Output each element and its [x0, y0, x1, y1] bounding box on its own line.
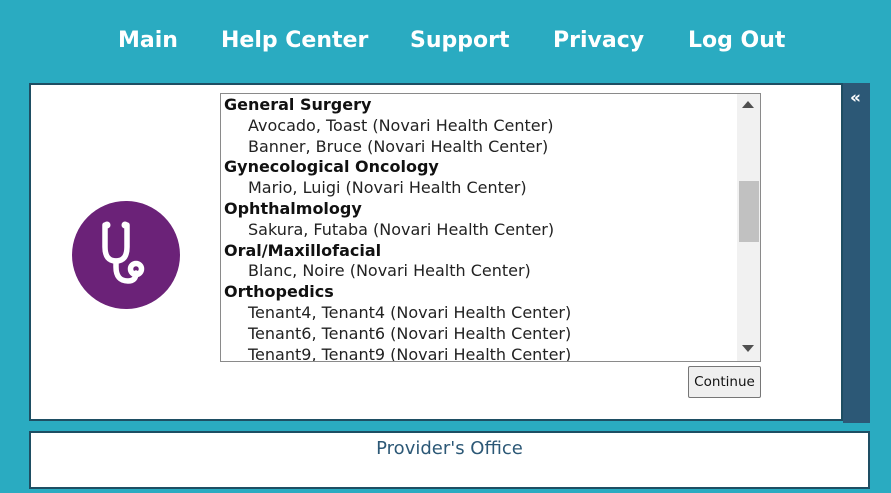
optgroup-label: General Surgery: [224, 95, 372, 114]
nav-log-out[interactable]: Log Out: [688, 28, 785, 53]
providers-office-panel: Provider's Office: [29, 431, 870, 489]
top-navigation: Main Help Center Support Privacy Log Out: [0, 0, 891, 84]
provider-option[interactable]: Mario, Luigi (Novari Health Center): [224, 178, 732, 199]
provider-option[interactable]: Tenant4, Tenant4 (Novari Health Center): [224, 303, 732, 324]
listbox-scrollbar[interactable]: [737, 94, 760, 361]
scroll-down-arrow-icon[interactable]: [742, 345, 754, 352]
optgroup-label: Gynecological Oncology: [224, 157, 439, 177]
continue-button[interactable]: Continue: [688, 366, 761, 398]
scroll-up-arrow-icon[interactable]: [742, 101, 754, 108]
collapse-sidebar-button[interactable]: «: [843, 83, 870, 423]
footer-title: Provider's Office: [376, 438, 523, 459]
provider-option[interactable]: Blanc, Noire (Novari Health Center): [224, 261, 732, 282]
provider-option[interactable]: Avocado, Toast (Novari Health Center): [224, 116, 732, 137]
optgroup-label: Oral/Maxillofacial: [224, 240, 382, 260]
nav-main[interactable]: Main: [118, 28, 178, 53]
scrollbar-thumb[interactable]: [739, 181, 759, 242]
provider-option[interactable]: Sakura, Futaba (Novari Health Center): [224, 220, 732, 241]
provider-list: General Surgery Avocado, Toast (Novari He…: [224, 95, 732, 361]
provider-listbox[interactable]: General Surgery Avocado, Toast (Novari He…: [220, 93, 761, 362]
provider-option[interactable]: Tenant6, Tenant6 (Novari Health Center): [224, 324, 732, 345]
nav-support[interactable]: Support: [410, 28, 509, 53]
optgroup-label: Ophthalmology: [224, 198, 362, 218]
nav-privacy[interactable]: Privacy: [553, 28, 644, 53]
provider-option[interactable]: Tenant9, Tenant9 (Novari Health Center): [224, 345, 732, 361]
provider-option[interactable]: Banner, Bruce (Novari Health Center): [224, 137, 732, 158]
stethoscope-icon: [72, 201, 180, 309]
double-chevron-left-icon: «: [850, 88, 861, 108]
nav-help-center[interactable]: Help Center: [221, 28, 368, 53]
optgroup-label: Orthopedics: [224, 282, 334, 302]
provider-selection-panel: General Surgery Avocado, Toast (Novari He…: [29, 83, 843, 421]
